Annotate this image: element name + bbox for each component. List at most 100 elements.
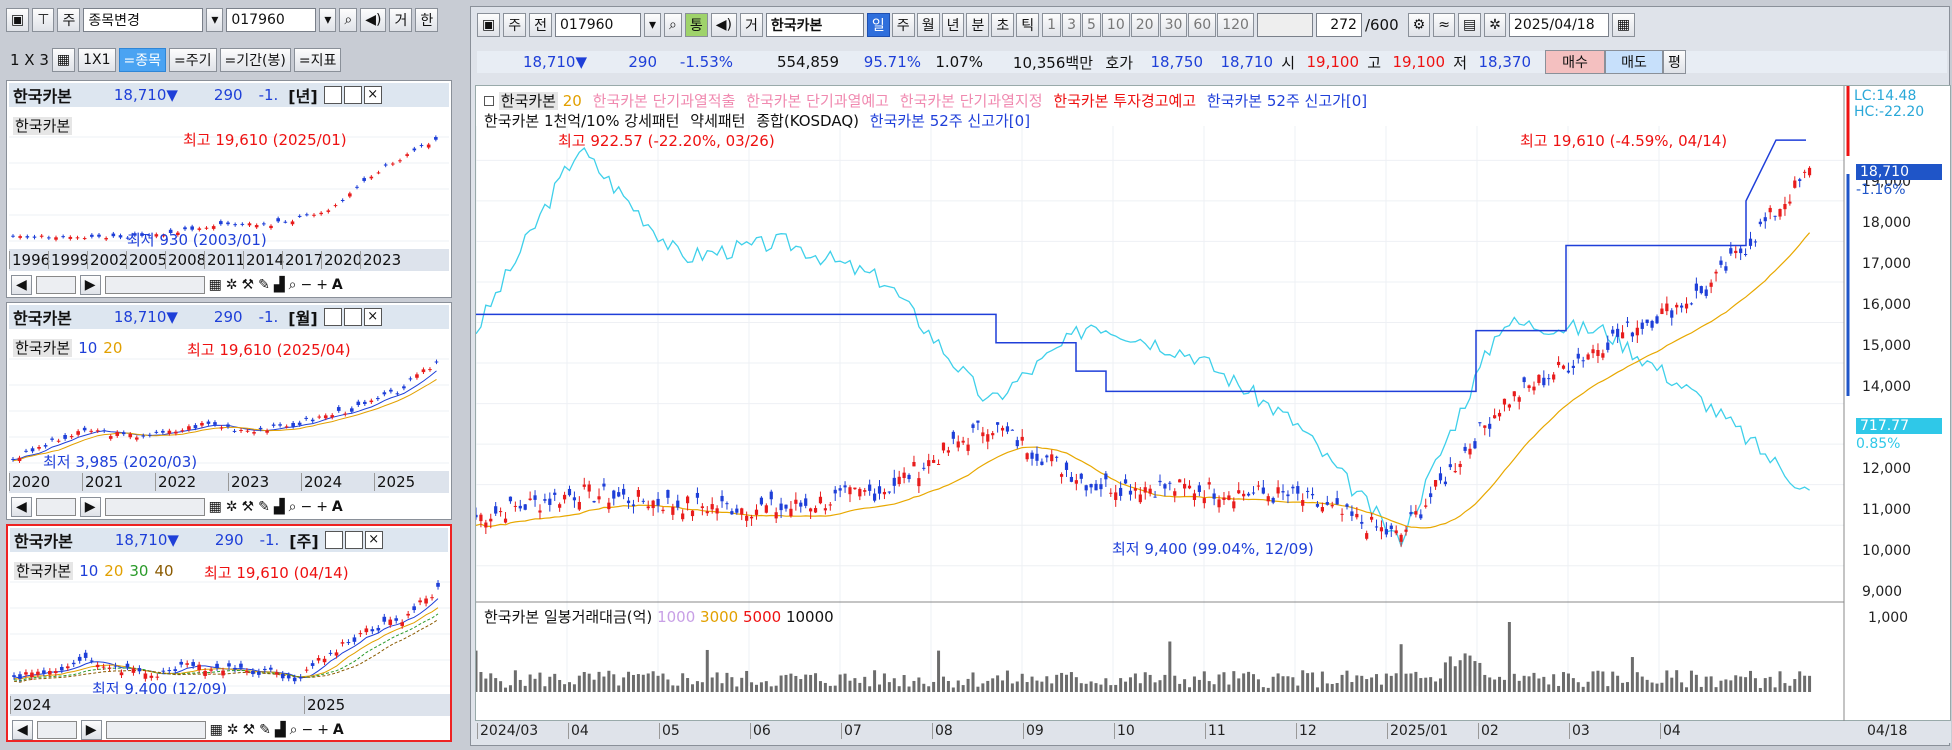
font-icon[interactable]: A bbox=[332, 499, 343, 515]
layout-label[interactable]: 1 X 3 bbox=[10, 51, 49, 69]
maximize-icon[interactable] bbox=[343, 86, 362, 104]
mode-button[interactable]: 거 bbox=[389, 8, 413, 32]
minimize-icon[interactable] bbox=[323, 308, 342, 326]
tool-icon[interactable]: ⚒ bbox=[242, 499, 255, 515]
speaker-icon[interactable]: ◀) bbox=[710, 13, 738, 37]
interval-button-5[interactable]: 30 bbox=[1159, 13, 1188, 37]
table-icon[interactable]: ▦ bbox=[209, 277, 222, 293]
tool-icon[interactable]: ⚒ bbox=[242, 277, 255, 293]
gear-icon[interactable]: ✲ bbox=[227, 722, 239, 738]
chevron-down-icon[interactable]: ▾ bbox=[319, 8, 337, 32]
window-icon[interactable]: ▣ bbox=[477, 13, 501, 37]
zoom-icon[interactable]: ⌕ bbox=[289, 499, 297, 515]
scrollbar[interactable] bbox=[35, 276, 76, 294]
search-icon[interactable]: ⌕ bbox=[339, 8, 358, 32]
plus-icon[interactable]: + bbox=[316, 277, 328, 293]
sell-button[interactable]: 매도 bbox=[1605, 50, 1663, 74]
chart-area[interactable]: 한국카본 20 한국카본 단기과열적출 한국카본 단기과열예고 한국카본 단기과… bbox=[475, 85, 1951, 722]
plus-icon[interactable]: + bbox=[316, 499, 328, 515]
range-button[interactable]: =기간(봉) bbox=[219, 48, 291, 72]
minimize-icon[interactable] bbox=[323, 86, 342, 104]
interval-button-2[interactable]: 5 bbox=[1081, 13, 1101, 37]
close-icon[interactable]: × bbox=[363, 308, 382, 326]
compare-icon[interactable]: ≈ bbox=[1433, 13, 1455, 37]
speaker-icon[interactable]: ◀) bbox=[360, 8, 387, 32]
plus-icon[interactable]: + bbox=[317, 722, 329, 738]
count-input[interactable]: 272 bbox=[1315, 13, 1362, 37]
indicator-button[interactable]: =지표 bbox=[293, 48, 342, 72]
draw-icon[interactable]: ✎ bbox=[258, 499, 270, 515]
maximize-icon[interactable] bbox=[343, 308, 362, 326]
minus-icon[interactable]: − bbox=[300, 499, 312, 515]
interval-button-6[interactable]: 60 bbox=[1188, 13, 1217, 37]
chevron-down-icon[interactable]: ▾ bbox=[644, 13, 662, 37]
minus-icon[interactable]: − bbox=[301, 722, 313, 738]
grid-1x1-button[interactable]: 1X1 bbox=[78, 48, 116, 72]
trade-button[interactable]: 한 bbox=[415, 8, 439, 32]
period-tab-1[interactable]: 주 bbox=[891, 13, 915, 37]
blank-select[interactable] bbox=[1256, 13, 1313, 37]
code-input[interactable]: 017960 bbox=[226, 8, 317, 32]
scroll-left-icon[interactable]: ◀ bbox=[11, 497, 32, 517]
scroll-right-icon[interactable]: ▶ bbox=[79, 497, 101, 517]
paint-icon[interactable]: ▟ bbox=[274, 499, 285, 515]
gear-icon[interactable]: ✲ bbox=[226, 499, 238, 515]
period-button[interactable]: =주기 bbox=[169, 48, 217, 72]
interval-button-0[interactable]: 1 bbox=[1042, 13, 1062, 37]
interval-button-1[interactable]: 3 bbox=[1062, 13, 1081, 37]
close-icon[interactable]: × bbox=[364, 531, 383, 549]
mode-button[interactable]: 거 bbox=[740, 13, 763, 37]
type-select[interactable]: 주 bbox=[57, 8, 81, 32]
close-icon[interactable]: × bbox=[363, 86, 382, 104]
interval-button-4[interactable]: 20 bbox=[1130, 13, 1159, 37]
period-tab-2[interactable]: 월 bbox=[916, 13, 940, 37]
chevron-down-icon[interactable]: ▾ bbox=[206, 8, 224, 32]
interval-button-7[interactable]: 120 bbox=[1217, 13, 1254, 37]
tong-button[interactable]: 통 bbox=[684, 13, 708, 37]
table-icon[interactable]: ▦ bbox=[210, 722, 223, 738]
maximize-icon[interactable] bbox=[344, 531, 363, 549]
save-icon[interactable]: ▤ bbox=[1457, 13, 1482, 37]
period-tab-6[interactable]: 틱 bbox=[1016, 13, 1040, 37]
scrollbar[interactable] bbox=[36, 721, 77, 739]
pin-icon[interactable]: ⊤ bbox=[32, 8, 55, 32]
zoom-slider[interactable] bbox=[104, 276, 205, 294]
mini-chart-panel[interactable]: 한국카본 18,710▼ 290 -1. [월] × 한국카본 10 20 최고 1… bbox=[6, 302, 452, 520]
period-tab-3[interactable]: 년 bbox=[941, 13, 965, 37]
period-tab-0[interactable]: 일 bbox=[866, 13, 890, 37]
interval-button-3[interactable]: 10 bbox=[1101, 13, 1130, 37]
table-icon[interactable]: ▦ bbox=[209, 499, 222, 515]
calendar-icon[interactable]: ▦ bbox=[1611, 13, 1636, 37]
scrollbar[interactable] bbox=[35, 498, 76, 516]
font-icon[interactable]: A bbox=[332, 277, 343, 293]
draw-icon[interactable]: ✎ bbox=[258, 277, 270, 293]
avg-button[interactable]: 평 bbox=[1663, 50, 1686, 74]
mini-chart-panel[interactable]: 한국카본 18,710▼ 290 -1. [년] × 한국카본 최고 19,61… bbox=[6, 80, 452, 298]
settings-icon[interactable]: ⚙ bbox=[1407, 13, 1431, 37]
stock-change-input[interactable]: 종목변경 bbox=[83, 8, 204, 32]
scroll-right-icon[interactable]: ▶ bbox=[79, 275, 101, 295]
scroll-right-icon[interactable]: ▶ bbox=[80, 720, 102, 740]
scroll-left-icon[interactable]: ◀ bbox=[12, 720, 33, 740]
gear-icon[interactable]: ✲ bbox=[1484, 13, 1506, 37]
gear-icon[interactable]: ✲ bbox=[226, 277, 238, 293]
minimize-icon[interactable] bbox=[324, 531, 343, 549]
font-icon[interactable]: A bbox=[333, 722, 344, 738]
scroll-left-icon[interactable]: ◀ bbox=[11, 275, 32, 295]
paint-icon[interactable]: ▟ bbox=[275, 722, 286, 738]
stock-button[interactable]: =종목 bbox=[118, 48, 167, 72]
window-icon[interactable]: ▣ bbox=[6, 8, 30, 32]
prev-button[interactable]: 전 bbox=[529, 13, 553, 37]
buy-button[interactable]: 매수 bbox=[1545, 50, 1605, 74]
zoom-icon[interactable]: ⌕ bbox=[290, 722, 298, 738]
zoom-slider[interactable] bbox=[105, 721, 206, 739]
code-input[interactable]: 017960 bbox=[555, 13, 642, 37]
date-input[interactable]: 2025/04/18 bbox=[1508, 13, 1609, 37]
draw-icon[interactable]: ✎ bbox=[259, 722, 271, 738]
period-tab-4[interactable]: 분 bbox=[966, 13, 990, 37]
mini-chart-panel[interactable]: 한국카본 18,710▼ 290 -1. [주] × 한국카본 10 20 30 40 … bbox=[6, 524, 452, 742]
zoom-slider[interactable] bbox=[104, 498, 205, 516]
tool-icon[interactable]: ⚒ bbox=[243, 722, 256, 738]
zoom-icon[interactable]: ⌕ bbox=[289, 277, 297, 293]
grid-icon[interactable]: ▦ bbox=[51, 48, 76, 72]
